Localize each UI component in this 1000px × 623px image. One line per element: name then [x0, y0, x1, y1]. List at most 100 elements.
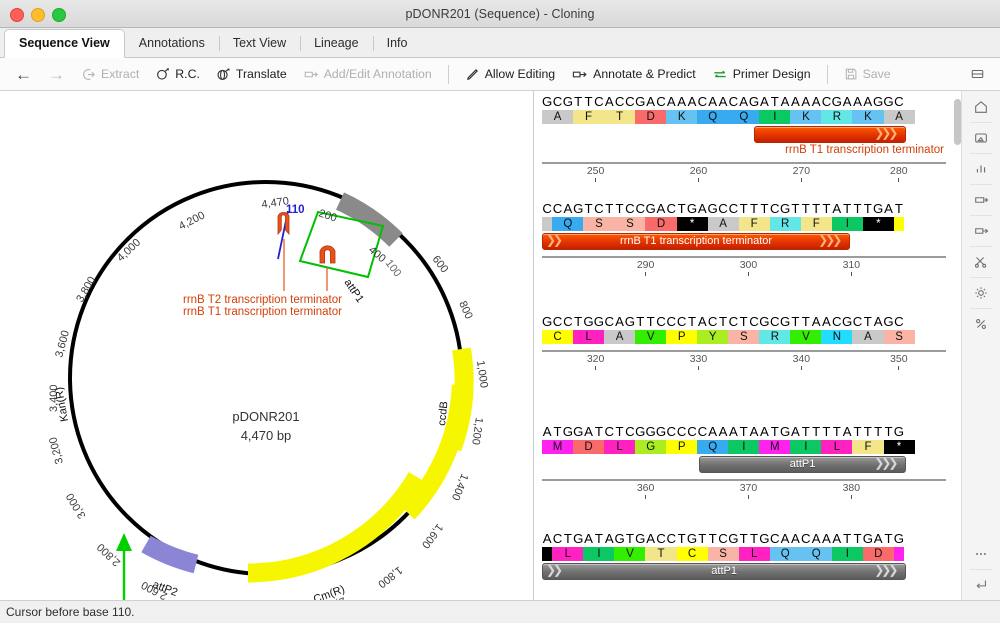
dna-base: A — [563, 201, 573, 216]
tick-200: 200 — [317, 207, 338, 224]
dna-base: C — [821, 94, 831, 109]
minimize-button[interactable] — [31, 8, 45, 22]
translation-row[interactable]: QSSD*AFRFI* — [542, 217, 946, 231]
amino-acid: S — [583, 217, 614, 231]
rc-button[interactable]: R.C. — [148, 62, 207, 86]
sequence-block[interactable]: CCAGTCTTCCGACTGAGCCTTTCGTTTTATTTGATQSSD*… — [534, 200, 954, 282]
ruler-tick: 280 — [885, 165, 913, 182]
dna-base: C — [604, 314, 614, 329]
amino-acid: D — [645, 217, 676, 231]
primer-design-icon — [712, 67, 728, 82]
annotation-arrow-right: ❯❯❯ — [874, 563, 895, 578]
amino-acid: P — [666, 440, 697, 454]
dna-base: C — [728, 94, 738, 109]
annotation-arrow-right: ❯❯❯ — [874, 456, 895, 471]
annotate-icon[interactable] — [962, 215, 1000, 246]
percent-icon[interactable] — [962, 308, 1000, 339]
tab-annotations[interactable]: Annotations — [125, 29, 219, 57]
dna-base: T — [594, 531, 604, 546]
extract-button[interactable]: Extract — [74, 62, 146, 86]
amino-acid: R — [821, 110, 852, 124]
tab-info[interactable]: Info — [373, 29, 422, 57]
dna-sequence-row[interactable]: ATGGATCTCGGGCCCCAAATAATGATTTTATTTTG — [542, 423, 946, 440]
annotate-predict-button[interactable]: Annotate & Predict — [564, 62, 703, 86]
ruler-tick: 310 — [837, 259, 865, 276]
add-edit-annotation-button[interactable]: Add/Edit Annotation — [296, 62, 439, 86]
tab-sequence-view[interactable]: Sequence View — [4, 29, 125, 58]
amino-acid — [542, 217, 552, 231]
dna-base: T — [718, 314, 728, 329]
map-icon[interactable] — [962, 122, 1000, 153]
sequence-block[interactable]: ATGGATCTCGGGCCCCAAATAATGATTTTATTTTGMDLGP… — [534, 423, 954, 505]
plasmid-size: 4,470 bp — [241, 428, 292, 443]
back-button[interactable]: ← — [8, 66, 39, 83]
annotation-terminator[interactable]: rrnB T1 transcription terminator — [542, 233, 850, 250]
dna-base: A — [708, 94, 718, 109]
sequence-block[interactable]: GCCTGGCAGTTCCCTACTCTCGCGTTAACGCTAGCCLAVP… — [534, 313, 954, 376]
dna-base: C — [666, 424, 676, 439]
forward-button[interactable]: → — [41, 66, 72, 83]
sequence-block[interactable]: ACTGATAGTGACCTGTTCGTTGCAACAAATTGATGLIVTC… — [534, 530, 954, 580]
dna-base: G — [780, 201, 790, 216]
sequence-scrollbar-thumb[interactable] — [954, 99, 961, 145]
translation-row[interactable]: LIVTCSLQQID — [542, 547, 946, 561]
save-button[interactable]: Save — [837, 62, 898, 86]
dna-sequence-row[interactable]: CCAGTCTTCCGACTGAGCCTTTCGTTTTATTTGAT — [542, 200, 946, 217]
dna-base: G — [583, 314, 593, 329]
gear-icon[interactable] — [962, 277, 1000, 308]
dna-base: C — [676, 424, 686, 439]
translation-row[interactable]: MDLGPQIMILF* — [542, 440, 946, 454]
translation-row[interactable]: CLAVPYSRVNAS — [542, 330, 946, 344]
dna-base: T — [770, 424, 780, 439]
zoom-button[interactable] — [52, 8, 66, 22]
window-controls[interactable] — [10, 8, 66, 22]
dna-base: T — [863, 314, 873, 329]
chart-icon[interactable] — [962, 153, 1000, 184]
translation-row[interactable]: AFTDKQQIKRKA — [542, 110, 946, 124]
allow-editing-button[interactable]: Allow Editing — [458, 62, 562, 86]
sequence-scroll-area[interactable]: GCGTTCACCGACAAACAACAGATAAAACGAAAGGCAFTDK… — [534, 91, 954, 600]
dna-base: T — [697, 531, 707, 546]
sequence-ruler: 360370380 — [542, 479, 946, 505]
dna-base: A — [583, 424, 593, 439]
enter-icon[interactable] — [962, 569, 1000, 600]
dna-base: A — [790, 424, 800, 439]
dna-base: C — [625, 201, 635, 216]
plasmid-map-panel[interactable]: 4,470 4,200 4,000 3,800 3,600 3,400 3,20… — [0, 91, 533, 600]
dna-base: C — [801, 531, 811, 546]
annotation-att[interactable]: attP1 — [542, 563, 906, 580]
dna-base: C — [894, 314, 904, 329]
layout-toggle-button[interactable] — [963, 62, 992, 86]
sequence-block[interactable]: GCGTTCACCGACAAACAACAGATAAAACGAAAGGCAFTDK… — [534, 93, 954, 188]
dna-base: G — [708, 201, 718, 216]
annotation-row: attP1❯❯❯❯❯ — [542, 563, 946, 580]
scissors-icon[interactable] — [962, 246, 1000, 277]
dna-base: G — [842, 314, 852, 329]
amino-acid: I — [832, 217, 863, 231]
dna-sequence-row[interactable]: GCGTTCACCGACAAACAACAGATAAAACGAAAGGC — [542, 93, 946, 110]
dna-base: T — [842, 531, 852, 546]
dna-base: G — [645, 424, 655, 439]
translate-button[interactable]: Translate — [209, 62, 294, 86]
dna-sequence-row[interactable]: ACTGATAGTGACCTGTTCGTTGCAACAAATTGATG — [542, 530, 946, 547]
home-icon[interactable] — [962, 91, 1000, 122]
primer-design-button[interactable]: Primer Design — [705, 62, 818, 86]
dna-base: G — [573, 201, 583, 216]
close-button[interactable] — [10, 8, 24, 22]
arrow-icon[interactable] — [962, 184, 1000, 215]
tab-text-view[interactable]: Text View — [219, 29, 300, 57]
annotation-row: ❯❯❯ — [542, 126, 946, 143]
tab-lineage[interactable]: Lineage — [300, 29, 373, 57]
sequence-view-panel[interactable]: GCGTTCACCGACAAACAACAGATAAAACGAAAGGCAFTDK… — [534, 91, 1000, 600]
dna-sequence-row[interactable]: GCCTGGCAGTTCCCTACTCTCGCGTTAACGCTAGC — [542, 313, 946, 330]
tick-4200: 4,200 — [177, 209, 207, 232]
more-icon[interactable] — [962, 538, 1000, 569]
ruler-line — [542, 350, 946, 352]
main-content: 4,470 4,200 4,000 3,800 3,600 3,400 3,20… — [0, 91, 1000, 600]
dna-base: T — [801, 314, 811, 329]
dna-base: A — [739, 94, 749, 109]
amino-acid: P — [666, 330, 697, 344]
dna-base: A — [780, 531, 790, 546]
status-bar: Cursor before base 110. — [0, 600, 1000, 623]
amino-acid: F — [739, 217, 770, 231]
